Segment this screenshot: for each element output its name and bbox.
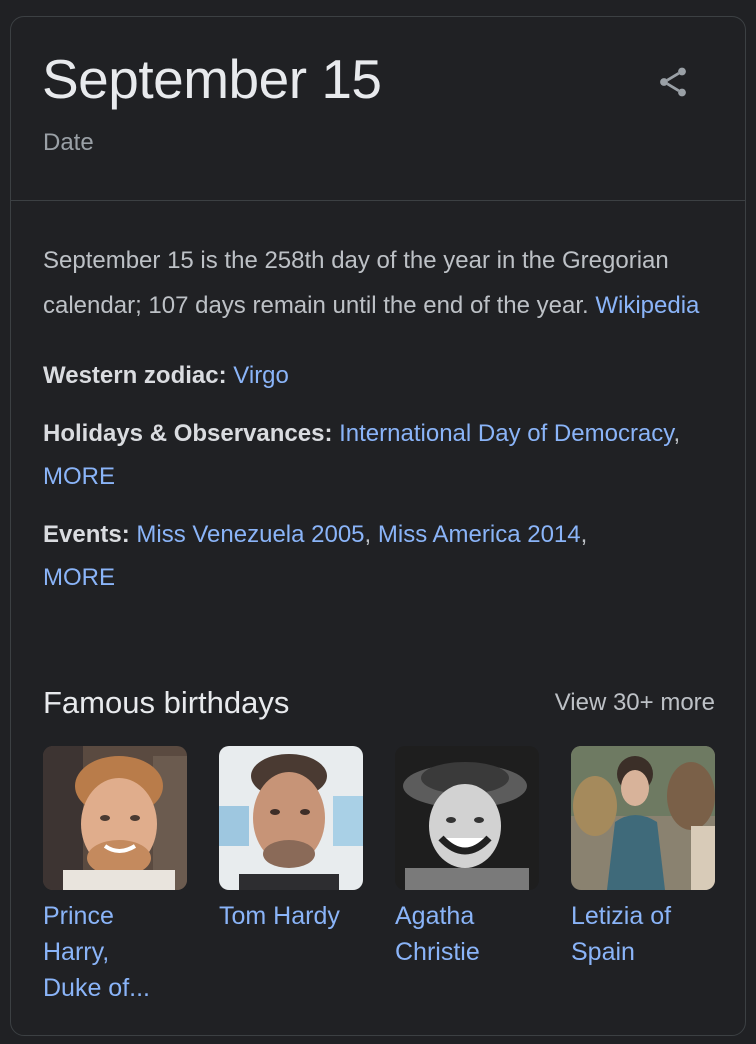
- event-link[interactable]: Miss America 2014: [378, 521, 581, 548]
- fact-western-zodiac: Western zodiac: Virgo: [43, 354, 715, 397]
- birthday-card[interactable]: Letizia of Spain: [571, 746, 717, 970]
- holiday-link[interactable]: International Day of Democracy: [339, 420, 673, 447]
- birthday-card[interactable]: Agatha Christie: [395, 746, 541, 970]
- fact-label: Events:: [43, 521, 130, 548]
- panel-body: September 15 is the 258th day of the yea…: [11, 201, 745, 599]
- fact-label: Western zodiac:: [43, 362, 227, 389]
- name-line: Duke of...: [43, 974, 150, 1002]
- person-photo[interactable]: [219, 746, 363, 890]
- page-title: September 15: [42, 48, 382, 110]
- name-line: Spain: [571, 938, 635, 966]
- person-photo[interactable]: [571, 746, 715, 890]
- name-line: Agatha: [395, 902, 475, 930]
- person-photo[interactable]: [395, 746, 539, 890]
- person-name-link[interactable]: Prince Harry, Duke of...: [43, 898, 189, 1006]
- birthdays-header: Famous birthdays View 30+ more: [43, 685, 715, 725]
- fact-label: Holidays & Observances:: [43, 420, 333, 447]
- name-line: Letizia of: [571, 902, 672, 930]
- fact-holidays: Holidays & Observances: International Da…: [43, 412, 715, 498]
- zodiac-link[interactable]: Virgo: [233, 362, 289, 389]
- share-button[interactable]: [655, 64, 691, 100]
- birthday-card[interactable]: Prince Harry, Duke of...: [43, 746, 189, 1006]
- fact-events: Events: Miss Venezuela 2005, Miss Americ…: [43, 513, 715, 599]
- person-name-link[interactable]: Letizia of Spain: [571, 898, 717, 970]
- event-link[interactable]: Miss Venezuela 2005: [136, 521, 364, 548]
- knowledge-panel: September 15 Date September 15 is the 25…: [10, 16, 746, 1036]
- view-more-link[interactable]: View 30+ more: [555, 689, 715, 717]
- separator: ,: [364, 521, 378, 548]
- name-line: Harry,: [43, 938, 110, 966]
- birthday-card[interactable]: Tom Hardy: [219, 746, 365, 934]
- description-text: September 15 is the 258th day of the yea…: [43, 247, 669, 319]
- person-photo[interactable]: [43, 746, 187, 890]
- person-name-link[interactable]: Agatha Christie: [395, 898, 541, 970]
- name-line: Tom Hardy: [219, 902, 340, 930]
- name-line: Christie: [395, 938, 480, 966]
- share-icon: [660, 67, 686, 97]
- description: September 15 is the 258th day of the yea…: [43, 239, 715, 328]
- separator: ,: [673, 420, 681, 447]
- separator: ,: [580, 521, 588, 548]
- name-line: Prince: [43, 902, 114, 930]
- wikipedia-link[interactable]: Wikipedia: [595, 292, 699, 319]
- entity-type-label: Date: [43, 129, 94, 156]
- section-title: Famous birthdays: [43, 685, 290, 720]
- person-name-link[interactable]: Tom Hardy: [219, 898, 365, 934]
- holidays-more-link[interactable]: MORE: [43, 463, 115, 490]
- panel-header: September 15 Date: [11, 17, 745, 201]
- events-more-link[interactable]: MORE: [43, 564, 115, 591]
